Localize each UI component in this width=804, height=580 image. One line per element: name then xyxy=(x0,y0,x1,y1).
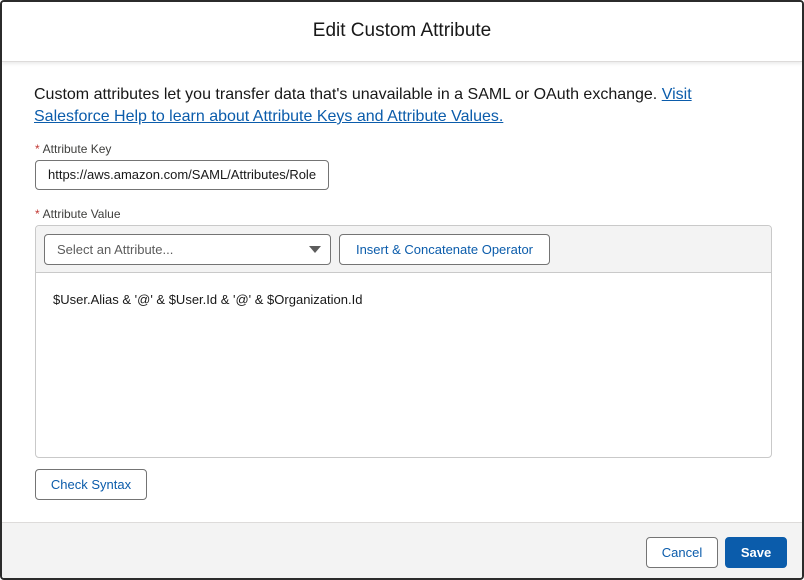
intro-description: Custom attributes let you transfer data … xyxy=(34,86,662,103)
formula-textarea[interactable]: $User.Alias & '@' & $User.Id & '@' & $Or… xyxy=(53,292,362,307)
attribute-value-label-text: Attribute Value xyxy=(42,207,121,221)
formula-toolbar: Select an Attribute... Insert & Concaten… xyxy=(36,226,771,273)
modal-footer: Cancel Save xyxy=(2,522,802,578)
intro-text: Custom attributes let you transfer data … xyxy=(34,84,764,128)
required-marker: * xyxy=(35,142,40,156)
check-syntax-button[interactable]: Check Syntax xyxy=(35,469,147,500)
modal-header: Edit Custom Attribute xyxy=(2,2,802,62)
attribute-select[interactable]: Select an Attribute... xyxy=(44,234,331,265)
save-button[interactable]: Save xyxy=(725,537,787,568)
attribute-select-placeholder: Select an Attribute... xyxy=(57,242,174,257)
required-marker: * xyxy=(35,207,40,221)
insert-concatenate-operator-button[interactable]: Insert & Concatenate Operator xyxy=(339,234,550,265)
attribute-key-label: * Attribute Key xyxy=(35,142,111,156)
chevron-down-icon xyxy=(309,246,321,253)
attribute-value-editor: Select an Attribute... Insert & Concaten… xyxy=(35,225,772,458)
attribute-value-label: * Attribute Value xyxy=(35,207,121,221)
cancel-button[interactable]: Cancel xyxy=(646,537,718,568)
attribute-key-input[interactable]: https://aws.amazon.com/SAML/Attributes/R… xyxy=(35,160,329,190)
modal-title: Edit Custom Attribute xyxy=(312,20,492,41)
edit-custom-attribute-modal: Edit Custom Attribute Custom attributes … xyxy=(0,0,804,580)
attribute-key-label-text: Attribute Key xyxy=(42,142,112,156)
